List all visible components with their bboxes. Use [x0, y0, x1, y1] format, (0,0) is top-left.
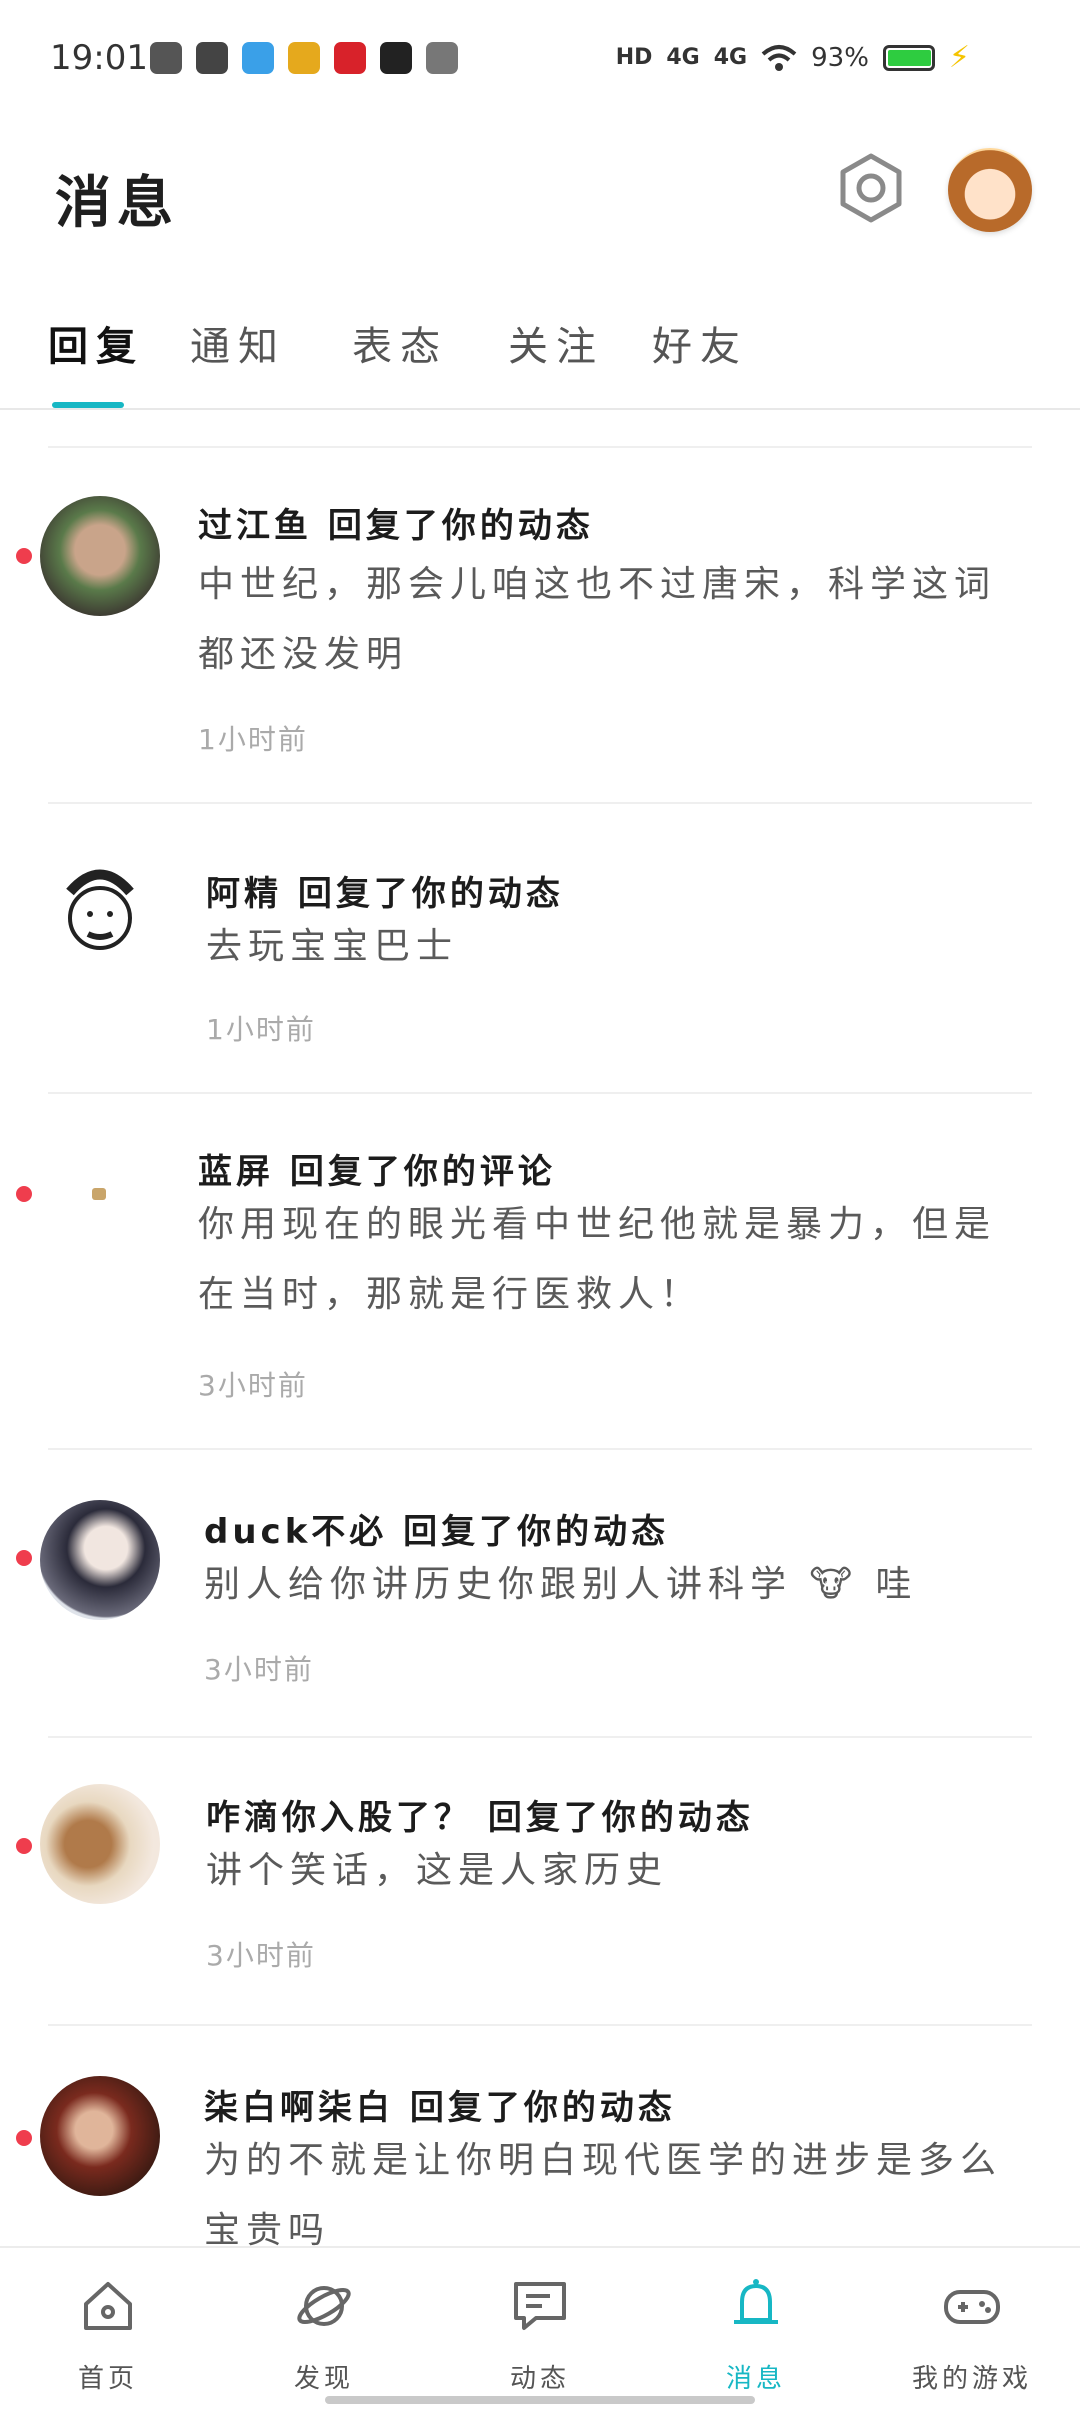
unread-dot: [16, 1186, 32, 1202]
status-app-icons: [150, 42, 458, 74]
message-title: 阿精 回复了你的动态: [206, 866, 564, 915]
unread-dot: [16, 1550, 32, 1566]
nav-label: 消息: [725, 2364, 786, 2394]
tab-reaction[interactable]: 表态: [352, 314, 448, 372]
charging-icon: ⚡: [948, 40, 970, 75]
nav-label: 发现: [293, 2364, 354, 2394]
list-item[interactable]: duck不必 回复了你的动态 别人给你讲历史你跟别人讲科学 🐮 哇 3小时前: [0, 1450, 1080, 1738]
gear-icon[interactable]: [835, 152, 907, 224]
user-avatar[interactable]: [948, 148, 1032, 232]
list-top-divider: [48, 446, 1032, 448]
tab-reply[interactable]: 回复: [48, 314, 144, 372]
status-time: 19:01: [50, 38, 148, 78]
message-user[interactable]: 柒白啊柒白: [204, 2088, 394, 2128]
battery-percent: 93%: [811, 42, 869, 73]
list-item[interactable]: 咋滴你入股了？ 回复了你的动态 讲个笑话，这是人家历史 3小时前: [0, 1738, 1080, 2026]
nav-label: 动态: [509, 2364, 570, 2394]
nav-messages[interactable]: 消息: [648, 2248, 864, 2410]
message-action: 回复了你的评论: [289, 1152, 556, 1192]
home-indicator[interactable]: [325, 2396, 755, 2404]
tabs-divider: [0, 408, 1080, 410]
status-bar: 19:01 HD 4G 4G 93% ⚡: [0, 0, 1080, 120]
avatar[interactable]: [40, 2076, 160, 2196]
qq-icon: [150, 42, 182, 74]
news-icon: [334, 42, 366, 74]
avatar[interactable]: [40, 1500, 160, 1620]
weibo-icon: [426, 42, 458, 74]
message-body: 你用现在的眼光看中世纪他就是暴力，但是在当时，那就是行医救人！: [198, 1204, 997, 1315]
nav-home[interactable]: 首页: [0, 2248, 216, 2410]
message-body: 中世纪，那会儿咱这也不过唐宋，科学这词都还没发明: [198, 564, 997, 675]
page-title: 消息: [55, 171, 179, 236]
bottom-nav: 首页 发现 动态 消息 我的游戏: [0, 2246, 1080, 2410]
avatar[interactable]: [40, 1784, 160, 1904]
status-indicators: HD 4G 4G 93% ⚡: [616, 40, 970, 75]
nav-discover[interactable]: 发现: [216, 2248, 432, 2410]
message-action: 回复了你的动态: [327, 506, 594, 546]
page-header: 消息: [0, 130, 1080, 260]
list-item[interactable]: 蓝屏 回复了你的评论 你用现在的眼光看中世纪他就是暴力，但是在当时，那就是行医救…: [0, 1094, 1080, 1450]
unread-dot: [16, 1838, 32, 1854]
tab-notice[interactable]: 通知: [190, 314, 286, 372]
message-action: 回复了你的动态: [297, 874, 564, 914]
message-action: 回复了你的动态: [409, 2088, 676, 2128]
planet-icon: [297, 2286, 351, 2326]
avatar[interactable]: [40, 1134, 160, 1254]
message-body: 讲个笑话，这是人家历史: [206, 1850, 669, 1891]
list-item[interactable]: 阿精 回复了你的动态 去玩宝宝巴士 1小时前: [0, 804, 1080, 1094]
message-title: 咋滴你入股了？ 回复了你的动态: [206, 1790, 754, 1839]
avatar[interactable]: [40, 852, 160, 972]
message-action: 回复了你的动态: [403, 1512, 670, 1552]
nav-feed[interactable]: 动态: [432, 2248, 648, 2410]
message-title: 柒白啊柒白 回复了你的动态: [204, 2080, 676, 2129]
avatar[interactable]: [40, 496, 160, 616]
message-title: 过江鱼 回复了你的动态: [198, 498, 594, 547]
message-user[interactable]: duck不必: [204, 1512, 387, 1552]
mihoyo-icon: [242, 42, 274, 74]
message-user[interactable]: 过江鱼: [198, 506, 312, 546]
home-icon: [84, 2282, 132, 2330]
message-body: 为的不就是让你明白现代医学的进步是多么宝贵吗: [204, 2140, 1003, 2251]
message-time: 3小时前: [198, 1369, 308, 1402]
tab-friends[interactable]: 好友: [652, 314, 748, 372]
message-user[interactable]: 阿精: [206, 874, 282, 914]
message-user[interactable]: 蓝屏: [198, 1152, 274, 1192]
message-time: 3小时前: [204, 1653, 314, 1686]
nav-label: 我的游戏: [911, 2364, 1032, 2394]
message-title: 蓝屏 回复了你的评论: [198, 1144, 556, 1193]
message-time: 3小时前: [206, 1939, 316, 1972]
gamepad-icon: [944, 2290, 1000, 2324]
tab-follow[interactable]: 关注: [508, 314, 604, 372]
video-icon: [196, 42, 228, 74]
chat-icon: [514, 2282, 566, 2330]
message-list: 过江鱼 回复了你的动态 中世纪，那会儿咱这也不过唐宋，科学这词都还没发明 1小时…: [0, 450, 1080, 2326]
signal-4g-2: 4G: [713, 45, 748, 70]
game-icon: [288, 42, 320, 74]
message-tabs: 回复 通知 表态 关注 好友: [0, 300, 1080, 410]
wifi-icon: [761, 44, 797, 71]
signal-4g-1: 4G: [666, 45, 700, 70]
message-time: 1小时前: [198, 723, 308, 756]
unread-dot: [16, 548, 32, 564]
message-body: 别人给你讲历史你跟别人讲科学 🐮 哇: [204, 1564, 918, 1605]
unread-dot: [16, 2130, 32, 2146]
list-item[interactable]: 过江鱼 回复了你的动态 中世纪，那会儿咱这也不过唐宋，科学这词都还没发明 1小时…: [0, 450, 1080, 804]
cartoon-face-icon: [66, 869, 134, 950]
nav-label: 首页: [77, 2364, 138, 2394]
message-time: 1小时前: [206, 1013, 316, 1046]
battery-icon: [882, 44, 935, 71]
tiktok-icon: [380, 42, 412, 74]
bell-icon: [734, 2279, 778, 2324]
message-action: 回复了你的动态: [487, 1798, 754, 1838]
message-body: 去玩宝宝巴士: [206, 926, 459, 967]
nav-my-games[interactable]: 我的游戏: [864, 2248, 1080, 2410]
hd-indicator: HD: [615, 45, 653, 70]
message-user[interactable]: 咋滴你入股了？: [206, 1798, 472, 1838]
message-title: duck不必 回复了你的动态: [204, 1504, 669, 1553]
